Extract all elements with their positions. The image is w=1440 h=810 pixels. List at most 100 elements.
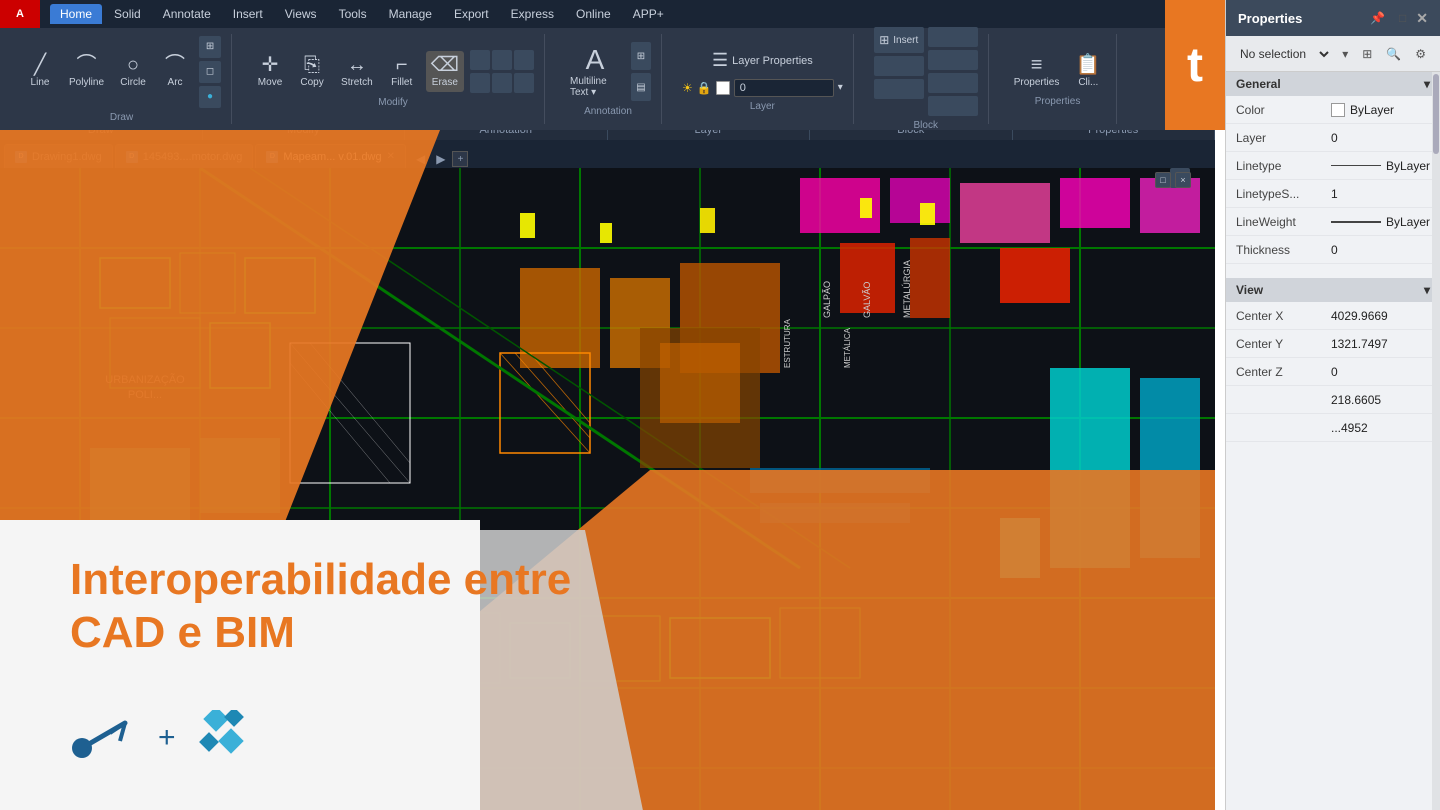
circle-button[interactable]: ○ Circle bbox=[115, 51, 151, 92]
draw-buttons: ╱ Line ⌒ Polyline ○ Circle ⌒ Arc ⊞ ◻ bbox=[22, 36, 221, 108]
props-filter-btn[interactable]: ⚙ bbox=[1411, 45, 1430, 63]
maximize-icon: □ bbox=[1160, 175, 1165, 185]
ribbon-tab-appp[interactable]: APP+ bbox=[623, 4, 674, 24]
center-y-text: 1321.7497 bbox=[1331, 337, 1388, 351]
tab-nav-left[interactable]: ◀ bbox=[412, 150, 429, 168]
revit-logo bbox=[70, 713, 140, 763]
draw-more-btn[interactable]: ◻ bbox=[199, 61, 221, 83]
main-heading: Interoperabilidade entre CAD e BIM bbox=[70, 554, 571, 660]
ribbon-tab-online[interactable]: Online bbox=[566, 4, 621, 24]
linetypes-value[interactable]: 1 bbox=[1331, 187, 1430, 201]
draw-expand-btn[interactable]: ⊞ bbox=[199, 36, 221, 58]
ribbon-tab-insert[interactable]: Insert bbox=[223, 4, 273, 24]
bim-logo bbox=[194, 710, 249, 765]
view-value1-value[interactable]: 218.6605 bbox=[1331, 393, 1430, 407]
arc-button[interactable]: ⌒ Arc bbox=[157, 51, 193, 92]
tab-145493[interactable]: D 145493....motor.dwg bbox=[115, 144, 254, 168]
ribbon-tab-export[interactable]: Export bbox=[444, 4, 499, 24]
modify-btn-5[interactable] bbox=[492, 73, 512, 93]
props-selection-arrow[interactable]: ▾ bbox=[1338, 45, 1352, 63]
viewport-close-icon: × bbox=[1180, 175, 1185, 185]
color-text: ByLayer bbox=[1350, 103, 1394, 117]
block-btn-5[interactable] bbox=[928, 50, 978, 70]
general-section-header[interactable]: General ▾ bbox=[1226, 72, 1440, 96]
ribbon-tab-tools[interactable]: Tools bbox=[329, 4, 377, 24]
erase-button[interactable]: ⌫ Erase bbox=[426, 51, 464, 92]
block-btn-4[interactable] bbox=[928, 27, 978, 47]
props-search-btn[interactable]: 🔍 bbox=[1382, 45, 1405, 63]
modify-group-label: Modify bbox=[378, 97, 407, 108]
tab-close-mapeam[interactable]: ✕ bbox=[387, 151, 395, 162]
viewport-close-btn[interactable]: × bbox=[1175, 172, 1191, 188]
ribbon-group-properties-toolbar: ≡ Properties 📋 Cli... Properties bbox=[999, 34, 1118, 124]
modify-btn-6[interactable] bbox=[514, 73, 534, 93]
properties-panel-close[interactable]: ✕ bbox=[1416, 10, 1428, 27]
circle-label: Circle bbox=[120, 77, 146, 88]
properties-panel-title: Properties bbox=[1238, 11, 1302, 26]
color-value[interactable]: ByLayer bbox=[1331, 103, 1430, 117]
multiline-text-button[interactable]: A Multiline Text ▾ bbox=[565, 42, 625, 102]
view-section-header[interactable]: View ▾ bbox=[1226, 278, 1440, 302]
layer-dropdown-arrow[interactable]: ▾ bbox=[838, 82, 843, 93]
move-label: Move bbox=[258, 77, 282, 88]
thickness-value[interactable]: 0 bbox=[1331, 243, 1430, 257]
copy-button[interactable]: ⎘ Copy bbox=[294, 51, 330, 92]
linetype-label: Linetype bbox=[1236, 159, 1331, 173]
ribbon-tab-solid[interactable]: Solid bbox=[104, 4, 151, 24]
general-section-label: General bbox=[1236, 77, 1281, 91]
properties-scrollbar[interactable] bbox=[1432, 72, 1440, 810]
ribbon-tab-annotate[interactable]: Annotate bbox=[153, 4, 221, 24]
view-value2-value[interactable]: ...4952 bbox=[1331, 421, 1430, 435]
props-pin-btn[interactable]: 📌 bbox=[1366, 9, 1389, 27]
clipboard-icon: 📋 bbox=[1076, 55, 1101, 75]
annotation-expand-btn[interactable]: ⊞ bbox=[631, 42, 651, 70]
block-btn-2[interactable] bbox=[874, 56, 924, 76]
modify-btn-2[interactable] bbox=[492, 50, 512, 70]
move-button[interactable]: ✛ Move bbox=[252, 51, 288, 92]
ribbon-tab-express[interactable]: Express bbox=[501, 4, 564, 24]
annotation-more-btn[interactable]: ▤ bbox=[631, 73, 651, 101]
block-btn-7[interactable] bbox=[928, 96, 978, 116]
tab-dwg-icon-3: D bbox=[266, 151, 278, 163]
draw-circle-btn[interactable]: ● bbox=[199, 86, 221, 108]
properties-button[interactable]: ≡ Properties bbox=[1009, 51, 1065, 92]
linetype-value[interactable]: ByLayer bbox=[1331, 159, 1430, 173]
layer-row-value[interactable]: 0 bbox=[1331, 131, 1430, 145]
fillet-button[interactable]: ⌐ Fillet bbox=[384, 51, 420, 92]
svg-text:METÁLICA: METÁLICA bbox=[843, 327, 852, 368]
properties-scroll-thumb[interactable] bbox=[1433, 74, 1439, 154]
draw-group-label: Draw bbox=[110, 112, 133, 123]
modify-btn-4[interactable] bbox=[470, 73, 490, 93]
modify-btn-1[interactable] bbox=[470, 50, 490, 70]
ribbon-tab-home[interactable]: Home bbox=[50, 4, 102, 24]
svg-text:METALÚRGIA: METALÚRGIA bbox=[902, 260, 912, 318]
tab-mapeam[interactable]: D Mapeam... v.01.dwg ✕ bbox=[255, 144, 406, 168]
properties-selection-dropdown[interactable]: No selection bbox=[1236, 46, 1332, 62]
tab-nav-right[interactable]: ▶ bbox=[432, 150, 449, 168]
viewport-maximize-btn[interactable]: □ bbox=[1155, 172, 1171, 188]
center-y-value[interactable]: 1321.7497 bbox=[1331, 337, 1430, 351]
stretch-button[interactable]: ↔ Stretch bbox=[336, 51, 378, 92]
block-btn-3[interactable] bbox=[874, 79, 924, 99]
thickness-label: Thickness bbox=[1236, 243, 1331, 257]
tab-drawing1[interactable]: D Drawing1.dwg bbox=[4, 144, 113, 168]
line-button[interactable]: ╱ Line bbox=[22, 51, 58, 92]
polyline-button[interactable]: ⌒ Polyline bbox=[64, 51, 109, 92]
svg-text:URBANIZAÇÃO: URBANIZAÇÃO bbox=[105, 373, 185, 386]
modify-btn-3[interactable] bbox=[514, 50, 534, 70]
clipboard-button[interactable]: 📋 Cli... bbox=[1070, 51, 1106, 92]
props-maximize-btn[interactable]: □ bbox=[1395, 9, 1410, 27]
center-x-value[interactable]: 4029.9669 bbox=[1331, 309, 1430, 323]
ribbon-tab-manage[interactable]: Manage bbox=[379, 4, 442, 24]
lineweight-value[interactable]: ByLayer bbox=[1331, 215, 1430, 229]
block-btn-6[interactable] bbox=[928, 73, 978, 93]
ribbon-tab-views[interactable]: Views bbox=[275, 4, 327, 24]
layer-properties-button[interactable]: ☰ Layer Properties bbox=[707, 47, 818, 75]
block-insert-btn-1[interactable]: ⊞ Insert bbox=[874, 27, 924, 53]
view-section-label: View bbox=[1236, 283, 1263, 297]
layer-name-input[interactable] bbox=[734, 79, 834, 97]
new-tab-button[interactable]: + bbox=[452, 151, 468, 167]
center-z-value[interactable]: 0 bbox=[1331, 365, 1430, 379]
erase-icon: ⌫ bbox=[431, 55, 459, 75]
props-toggle-value-btn[interactable]: ⊞ bbox=[1358, 45, 1376, 63]
